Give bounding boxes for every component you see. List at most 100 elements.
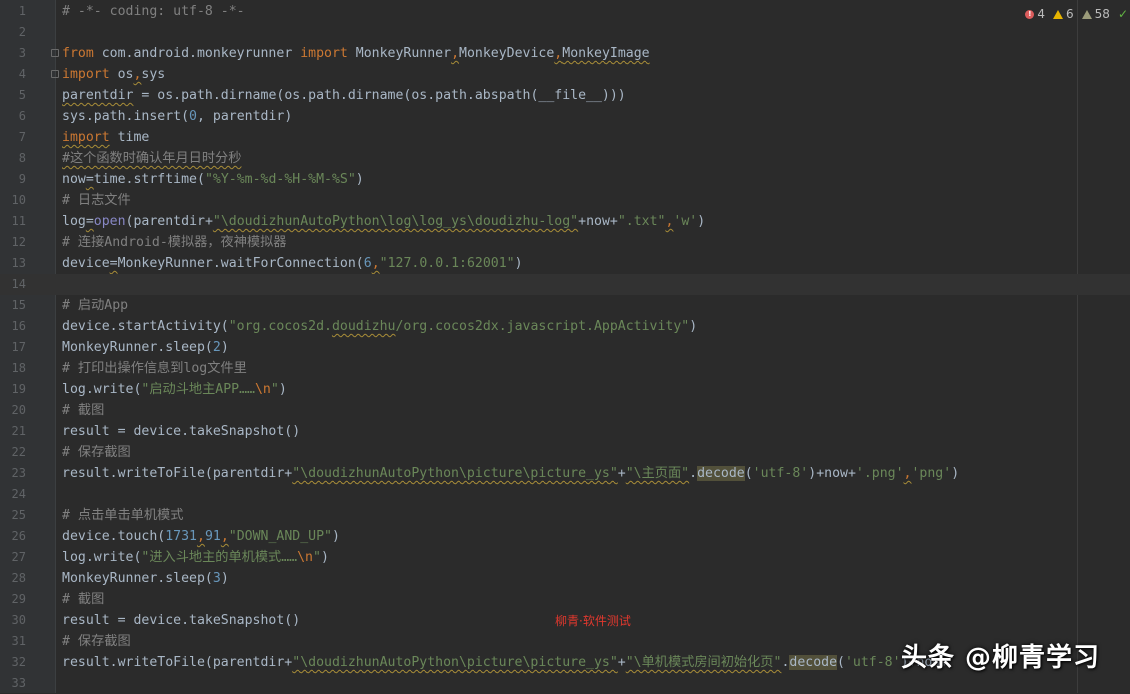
code-text[interactable]: # 截图	[62, 589, 104, 610]
code-text[interactable]: import time	[62, 127, 149, 148]
code-text[interactable]: from com.android.monkeyrunner import Mon…	[62, 43, 650, 64]
code-line[interactable]: 3 from com.android.monkeyrunner import Mo…	[0, 43, 1130, 64]
code-line[interactable]: 8 #这个函数时确认年月日时分秒	[0, 148, 1130, 169]
line-number: 30	[11, 613, 26, 627]
code-text[interactable]: parentdir = os.path.dirname(os.path.dirn…	[62, 85, 626, 106]
code-line[interactable]: 28 MonkeyRunner.sleep(3)	[0, 568, 1130, 589]
code-text[interactable]: result.writeToFile(parentdir+"\doudizhun…	[62, 463, 959, 484]
code-token: = os.path.dirname(os.path.dirname(os.pat…	[133, 88, 626, 103]
code-token: 2	[212, 340, 221, 355]
code-text[interactable]: device.startActivity("org.cocos2d.doudiz…	[62, 316, 697, 337]
code-token: result.writeToFile(parentdir+	[62, 655, 293, 670]
code-token: device	[62, 256, 110, 271]
code-text[interactable]: # 启动App	[62, 295, 128, 316]
code-line[interactable]: 12 # 连接Android-模拟器，夜神模拟器	[0, 232, 1130, 253]
line-number: 5	[18, 88, 26, 102]
code-line[interactable]: 24	[0, 484, 1130, 505]
code-token: 'utf-8'	[844, 655, 901, 670]
code-token: device.touch(	[62, 529, 166, 544]
code-text[interactable]: # 保存截图	[62, 631, 131, 652]
code-token: +now+	[578, 214, 618, 229]
weak-warning-icon	[1081, 9, 1092, 19]
code-line[interactable]: 11 log=open(parentdir+"\doudizhunAutoPyth…	[0, 211, 1130, 232]
code-token: # 连接Android-模拟器，夜神模拟器	[62, 235, 287, 250]
code-token: ,	[371, 256, 380, 271]
code-line[interactable]: 5 parentdir = os.path.dirname(os.path.dir…	[0, 85, 1130, 106]
brand-watermark: 头条 @柳青学习	[901, 643, 1101, 673]
code-text[interactable]: # 日志文件	[62, 190, 131, 211]
code-token: )+now+	[808, 466, 856, 481]
code-token: (	[744, 466, 753, 481]
code-text[interactable]: # 截图	[62, 400, 104, 421]
check-icon[interactable]: ✓	[1118, 7, 1128, 21]
line-number: 25	[11, 508, 26, 522]
code-text[interactable]: #这个函数时确认年月日时分秒	[62, 148, 241, 169]
line-number: 24	[11, 487, 26, 501]
code-line[interactable]: 29 # 截图	[0, 589, 1130, 610]
code-editor[interactable]: 1 # -*- coding: utf-8 -*- 2 3 from com.andro…	[0, 0, 1130, 693]
code-text[interactable]: result = device.takeSnapshot()	[62, 421, 300, 442]
code-line[interactable]: 6 sys.path.insert(0, parentdir)	[0, 106, 1130, 127]
code-text[interactable]: MonkeyRunner.sleep(2)	[62, 337, 229, 358]
code-line[interactable]: 1 # -*- coding: utf-8 -*-	[0, 1, 1130, 22]
inspection-widget[interactable]: ! 4 6 58 ✓	[1025, 4, 1130, 24]
code-line[interactable]: 20 # 截图	[0, 400, 1130, 421]
code-line[interactable]: 4 import os,sys	[0, 64, 1130, 85]
line-number: 32	[11, 655, 26, 669]
code-text[interactable]: log.write("进入斗地主的单机模式……\n")	[62, 547, 329, 568]
code-token: open	[93, 214, 126, 229]
fold-marker-icon[interactable]	[51, 70, 59, 78]
code-line[interactable]: 15 # 启动App	[0, 295, 1130, 316]
code-token: device.startActivity(	[62, 319, 229, 334]
code-line[interactable]: 18 # 打印出操作信息到log文件里	[0, 358, 1130, 379]
error-count[interactable]: ! 4	[1025, 7, 1045, 21]
code-line[interactable]: 22 # 保存截图	[0, 442, 1130, 463]
code-text[interactable]: device.touch(1731,91,"DOWN_AND_UP")	[62, 526, 340, 547]
line-number: 16	[11, 319, 26, 333]
code-text[interactable]: device=MonkeyRunner.waitForConnection(6,…	[62, 253, 523, 274]
code-line[interactable]: 2	[0, 22, 1130, 43]
code-line[interactable]: 9 now=time.strftime("%Y-%m-%d-%H-%M-%S")	[0, 169, 1130, 190]
code-text[interactable]: log.write("启动斗地主APP……\n")	[62, 379, 287, 400]
code-line[interactable]: 26 device.touch(1731,91,"DOWN_AND_UP")	[0, 526, 1130, 547]
code-text[interactable]: # 连接Android-模拟器，夜神模拟器	[62, 232, 286, 253]
code-line[interactable]: 27 log.write("进入斗地主的单机模式……\n")	[0, 547, 1130, 568]
code-line[interactable]: 19 log.write("启动斗地主APP……\n")	[0, 379, 1130, 400]
code-text[interactable]: # -*- coding: utf-8 -*-	[62, 1, 245, 22]
code-line[interactable]: 33	[0, 673, 1130, 694]
code-token: now	[62, 172, 86, 187]
code-text[interactable]: import os,sys	[62, 64, 165, 85]
code-text[interactable]: sys.path.insert(0, parentdir)	[62, 106, 292, 127]
code-line[interactable]: 21 result = device.takeSnapshot()	[0, 421, 1130, 442]
code-line[interactable]: 16 device.startActivity("org.cocos2d.doud…	[0, 316, 1130, 337]
code-text[interactable]: # 保存截图	[62, 442, 131, 463]
code-text[interactable]: result = device.takeSnapshot()	[62, 610, 300, 631]
code-text[interactable]: log=open(parentdir+"\doudizhunAutoPython…	[62, 211, 705, 232]
code-text[interactable]: # 点击单击单机模式	[62, 505, 183, 526]
code-line[interactable]: 25 # 点击单击单机模式	[0, 505, 1130, 526]
weak-warning-count[interactable]: 58	[1081, 7, 1110, 21]
code-line[interactable]: 7 import time	[0, 127, 1130, 148]
code-line[interactable]: 10 # 日志文件	[0, 190, 1130, 211]
code-token: MonkeyRunner.sleep(	[62, 571, 213, 586]
code-text[interactable]: MonkeyRunner.sleep(3)	[62, 568, 229, 589]
code-text[interactable]: # 打印出操作信息到log文件里	[62, 358, 247, 379]
code-token: # 打印出操作信息到log文件里	[62, 361, 247, 376]
line-number: 21	[11, 424, 26, 438]
code-line[interactable]: 14	[0, 274, 1130, 295]
code-token: ,	[196, 529, 205, 544]
code-token: # 截图	[62, 592, 105, 607]
code-token: 3	[212, 571, 221, 586]
code-text[interactable]: result.writeToFile(parentdir+"\doudizhun…	[62, 652, 948, 673]
warning-count[interactable]: 6	[1053, 7, 1074, 21]
code-token: # 点击单击单机模式	[62, 508, 184, 523]
code-line[interactable]: 23 result.writeToFile(parentdir+"\doudizh…	[0, 463, 1130, 484]
code-line[interactable]: 13 device=MonkeyRunner.waitForConnection(…	[0, 253, 1130, 274]
line-number: 17	[11, 340, 26, 354]
code-token: sys.path.insert(	[62, 109, 190, 124]
code-line[interactable]: 17 MonkeyRunner.sleep(2)	[0, 337, 1130, 358]
fold-marker-icon[interactable]	[51, 49, 59, 57]
code-text[interactable]: now=time.strftime("%Y-%m-%d-%H-%M-%S")	[62, 169, 364, 190]
code-token: (parentdir+	[125, 214, 213, 229]
code-token: =	[85, 214, 94, 229]
